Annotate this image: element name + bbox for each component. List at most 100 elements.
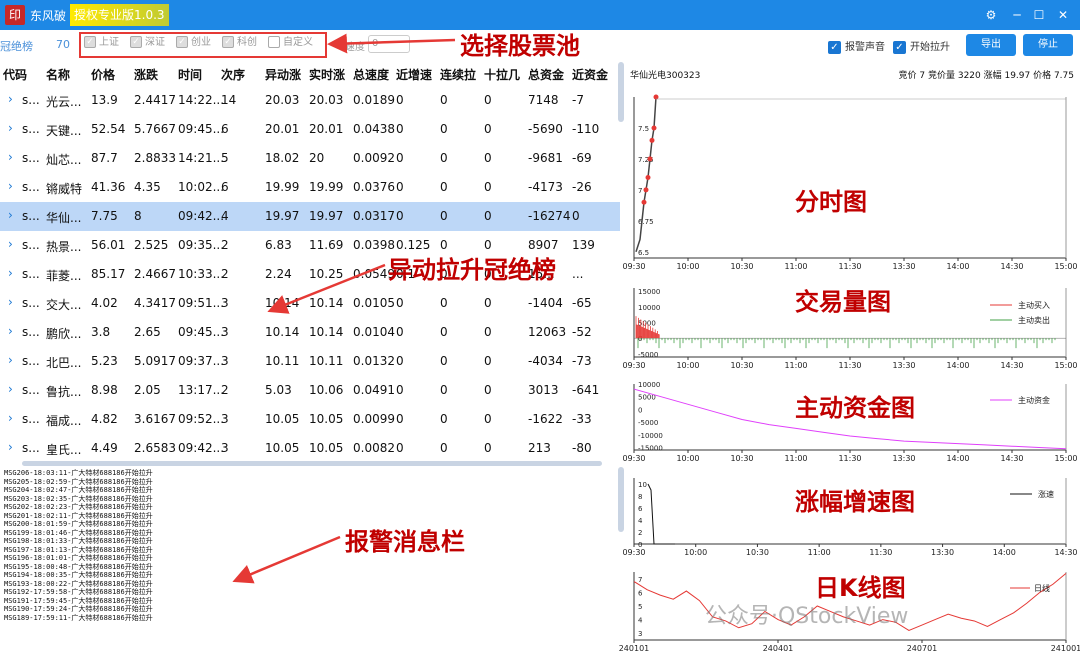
column-header[interactable]: 代码 [3,66,27,83]
table-row[interactable]: › s... 鲁抗... 8.98 2.05 13:17... 2 5.03 10.06 0.04… [0,376,620,405]
expand-chevron-icon[interactable]: › [8,266,13,280]
column-header[interactable]: 名称 [46,66,70,83]
app-logo-icon: 印 [5,5,25,25]
pool-checkbox-sz[interactable]: ✓ 深证 [130,32,165,54]
pool-checkbox-kc[interactable]: ✓ 科创 [222,32,257,54]
y-tick-label: 6.75 [638,218,654,226]
log-vertical-scrollbar[interactable] [618,467,624,532]
column-header[interactable]: 十拉几 [484,66,520,83]
y-tick-label: 5 [638,603,642,611]
table-cell: 3.6167 [134,412,176,426]
expand-chevron-icon[interactable]: › [8,208,13,222]
table-cell: 13:17... [178,383,225,397]
table-cell: 10:33... [178,267,225,281]
expand-chevron-icon[interactable]: › [8,179,13,193]
table-cell: 0 [484,122,492,136]
speed-line [647,483,675,545]
table-cell: 0.0099 [353,412,395,426]
checkbox-check-icon: ✓ [222,36,234,48]
expand-chevron-icon[interactable]: › [8,121,13,135]
table-cell: 3 [221,325,229,339]
table-cell: 0.0082 [353,441,395,455]
maximize-icon[interactable]: ☐ [1030,6,1048,24]
pool-label: 深证 [145,37,165,48]
x-tick-label: 09:30 [622,548,645,557]
log-line: MSG206-18:03:11-广大特材688186开始拉升 [4,469,153,477]
column-header[interactable]: 涨跌 [134,66,158,83]
table-cell: 0 [440,151,448,165]
rank-tab[interactable]: 冠绝榜 [0,38,33,54]
close-icon[interactable]: ✕ [1054,6,1072,24]
log-line: MSG197-18:01:13-广大特材688186开始拉升 [4,545,153,554]
table-cell: 华仙... [46,211,82,225]
table-vertical-scrollbar[interactable] [618,62,624,122]
column-header[interactable]: 连续拉 [440,66,476,83]
stop-button[interactable]: 停止 [1023,34,1073,56]
table-row[interactable]: › s... 鹏欣... 3.8 2.65 09:45... 3 10.14 10.14 0.01… [0,318,620,347]
column-header[interactable]: 时间 [178,66,202,83]
table-row[interactable]: › s... 天键... 52.54 5.7667 09:45... 6 20.01 20.01… [0,115,620,144]
table-cell: 14 [221,93,237,107]
table-cell: 0 [396,383,404,397]
expand-chevron-icon[interactable]: › [8,440,13,454]
column-header[interactable]: 价格 [91,66,115,83]
table-row[interactable]: › s... 锵威特 41.36 4.35 10:02... 6 19.99 19.99 0.03… [0,173,620,202]
table-cell: 2.6583 [134,441,176,455]
table-cell: 0 [440,93,448,107]
expand-chevron-icon[interactable]: › [8,411,13,425]
expand-chevron-icon[interactable]: › [8,92,13,106]
minimize-icon[interactable]: ─ [1008,6,1026,24]
signal-point [647,156,653,162]
table-cell: 09:42... [178,209,225,223]
log-line: MSG200-18:01:59-广大特材688186开始拉升 [4,520,153,528]
table-row[interactable]: › s... 皇氏... 4.49 2.6583 09:42... 3 10.05 10.05 0… [0,434,620,463]
x-tick-label: 11:30 [838,454,861,463]
table-cell: -7 [572,93,584,107]
column-header[interactable]: 次序 [221,66,245,83]
expand-chevron-icon[interactable]: › [8,237,13,251]
expand-chevron-icon[interactable]: › [8,353,13,367]
table-horizontal-scrollbar[interactable] [22,461,602,466]
table-row[interactable]: › s... 交大... 4.02 4.3417 09:51... 3 10.14 10.14 0… [0,289,620,318]
export-button[interactable]: 导出 [966,34,1016,56]
column-header[interactable]: 近资金 [572,66,608,83]
table-cell: s... [22,441,40,455]
column-header[interactable]: 近增速 [396,66,432,83]
pool-checkbox-sh[interactable]: ✓ 上证 [84,32,119,54]
expand-chevron-icon[interactable]: › [8,150,13,164]
table-cell: 0.0105 [353,296,395,310]
table-row[interactable]: › s... 灿芯... 87.7 2.8833 14:21... 5 18.02 20 0.00… [0,144,620,173]
column-header[interactable]: 总速度 [353,66,389,83]
table-cell: ... [572,267,584,281]
table-cell: s... [22,122,40,136]
table-cell: s... [22,180,40,194]
table-cell: 19.97 [265,209,300,223]
table-row[interactable]: › s... 福成... 4.82 3.6167 09:52... 3 10.05 10.05 0… [0,405,620,434]
table-row[interactable]: › s... 光云... 13.9 2.4417 14:22... 14 20.03 20.03… [0,86,620,115]
table-row[interactable]: › s... 华仙... 7.75 8 09:42... 4 19.97 19.97 0.0317… [0,202,620,231]
pool-checkbox-cy[interactable]: ✓ 创业 [176,32,211,54]
table-cell: -65 [572,296,592,310]
table-cell: s... [22,412,40,426]
checkbox-empty-icon [268,36,280,48]
column-header[interactable]: 实时涨 [309,66,345,83]
speed-input[interactable]: 0 [368,35,410,53]
column-header[interactable]: 总资金 [528,66,564,83]
start-pull-checkbox[interactable]: ✓ 开始拉升 [893,38,950,54]
expand-chevron-icon[interactable]: › [8,324,13,338]
expand-chevron-icon[interactable]: › [8,382,13,396]
table-cell: -4173 [528,180,563,194]
x-tick-label: 14:30 [1000,454,1023,463]
alarm-sound-checkbox[interactable]: ✓ 报警声音 [828,38,885,54]
table-cell: 灿芯... [46,153,82,167]
expand-chevron-icon[interactable]: › [8,295,13,309]
table-cell: 10.06 [309,383,344,397]
column-header[interactable]: 异动涨 [265,66,301,83]
y-tick-label: 0 [638,406,642,414]
checkbox-check-icon: ✓ [893,40,906,54]
table-cell: 0 [440,209,448,223]
table-cell: 20 [309,151,325,165]
table-row[interactable]: › s... 北巴... 5.23 5.0917 09:37... 3 10.11 10.11 0… [0,347,620,376]
settings-gear-icon[interactable]: ⚙ [982,6,1000,24]
pool-checkbox-custom[interactable]: 自定义 [268,32,313,54]
